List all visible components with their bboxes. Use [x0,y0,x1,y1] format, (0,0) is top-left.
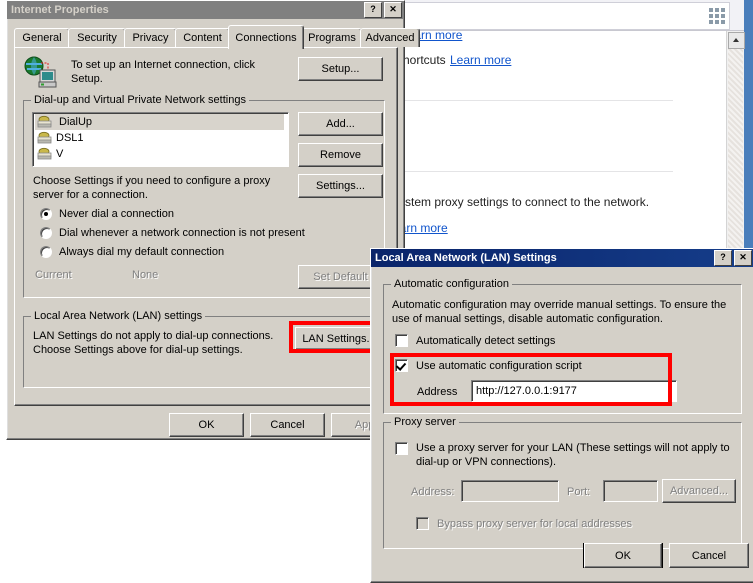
settings-hint-line2: server for a connection. [33,189,148,201]
proxy-server-title: Proxy server [391,416,459,428]
tab-programs-label: Programs [308,32,356,44]
settings-button[interactable]: Settings... [298,174,383,198]
auto-detect-checkbox[interactable] [395,334,408,347]
proxy-address-input[interactable] [461,480,559,502]
tab-content-label: Content [183,32,222,44]
tab-general-label: General [22,32,62,44]
help-icon[interactable]: ? [364,2,382,18]
internet-properties-title: Internet Properties [11,4,109,16]
current-connection-label: Current [35,269,72,281]
automatic-configuration-title: Automatic configuration [391,278,512,290]
list-item[interactable]: DialUp [35,114,284,130]
tab-programs[interactable]: Programs [302,28,362,47]
internet-properties-titlebar[interactable]: Internet Properties ? ✕ [7,1,404,19]
auto-config-script-highlight-box [390,353,672,406]
list-item-label: V [56,148,64,160]
settings-hint-line1: Choose Settings if you need to configure… [33,175,271,187]
content-divider-2 [393,171,673,172]
tab-connections[interactable]: Connections [228,25,304,49]
lan-ok-button[interactable]: OK [583,543,663,568]
omnibox-input[interactable] [392,2,730,30]
list-item[interactable]: V [35,146,284,162]
lan-ok-button-label: OK [584,543,662,568]
cancel-button[interactable]: Cancel [250,413,325,437]
proxy-address-label: Address: [411,486,455,498]
tab-advanced-label: Advanced [365,32,415,44]
use-proxy-label-line1: Use a proxy server for your LAN (These s… [416,442,730,454]
list-item[interactable]: DSL1 [35,130,284,146]
add-button[interactable]: Add... [298,112,383,136]
bypass-proxy-label: Bypass proxy server for local addresses [437,518,633,530]
tab-privacy[interactable]: Privacy [124,28,177,47]
tab-security-label: Security [77,32,117,44]
lan-description-line2: Choose Settings above for dial-up settin… [33,344,243,356]
dialup-connections-list[interactable]: DialUp DSL1 V [32,112,289,167]
radio-dial-whenever[interactable] [40,227,52,239]
lan-settings-dialog: Local Area Network (LAN) Settings ? ✕ Au… [370,248,753,583]
lan-settings-titlebar[interactable]: Local Area Network (LAN) Settings ? ✕ [371,249,753,267]
radio-dial-whenever-label: Dial whenever a network connection is no… [59,227,305,239]
modem-icon [37,131,52,144]
advanced-button[interactable]: Advanced... [662,479,736,503]
tab-privacy-label: Privacy [132,32,169,44]
use-proxy-label-line2: dial-up or VPN connections). [416,456,557,468]
list-item-label: DSL1 [56,132,84,144]
tab-content[interactable]: Content [175,28,230,47]
proxy-port-input[interactable] [603,480,658,502]
lan-cancel-button[interactable]: Cancel [669,543,749,568]
lan-group-title: Local Area Network (LAN) settings [31,310,206,322]
tab-security[interactable]: Security [68,28,126,47]
tab-general[interactable]: General [14,28,70,47]
list-item-label: DialUp [56,116,96,128]
radio-always-dial-label: Always dial my default connection [59,246,225,258]
modem-icon [37,147,52,160]
radio-never-dial[interactable] [40,208,52,220]
modem-icon [37,115,52,128]
auto-detect-label: Automatically detect settings [416,335,556,347]
shortcuts-learn-more-link[interactable]: Learn more [450,53,511,67]
setup-button[interactable]: Setup... [298,57,383,81]
remove-button[interactable]: Remove [298,143,383,167]
setup-description-line2: Setup. [71,73,103,85]
auto-config-description-line1: Automatic configuration may override man… [392,299,727,311]
ok-button[interactable]: OK [169,413,244,437]
proxy-sentence-text: system proxy settings to connect to the … [393,195,650,209]
radio-always-dial[interactable] [40,246,52,258]
browser-omnibox-bar [392,0,753,31]
use-proxy-checkbox[interactable] [395,442,408,455]
radio-never-dial-label: Never dial a connection [59,208,174,220]
content-divider-1 [393,100,673,101]
scroll-up-arrow-icon[interactable] [728,32,745,49]
current-connection-value: None [132,269,159,281]
help-icon[interactable]: ? [714,250,732,266]
auto-config-description-line2: use of manual settings, disable automati… [392,313,663,325]
dialup-group-title: Dial-up and Virtual Private Network sett… [31,94,249,106]
connections-tab-page: To set up an Internet connection, click … [14,47,398,406]
proxy-port-label: Port: [567,486,591,498]
setup-description-line1: To set up an Internet connection, click [71,59,256,71]
lan-settings-title: Local Area Network (LAN) Settings [375,252,557,264]
close-icon[interactable]: ✕ [734,250,752,266]
internet-connection-icon [24,56,57,88]
internet-properties-dialog: Internet Properties ? ✕ General Security… [6,0,420,440]
tab-advanced[interactable]: Advanced [360,28,420,47]
tab-connections-label: Connections [235,31,297,44]
close-icon[interactable]: ✕ [384,2,402,18]
bypass-proxy-checkbox[interactable] [416,517,429,530]
apps-grid-icon[interactable] [709,8,727,24]
lan-description-line1: LAN Settings do not apply to dial-up con… [33,330,274,342]
